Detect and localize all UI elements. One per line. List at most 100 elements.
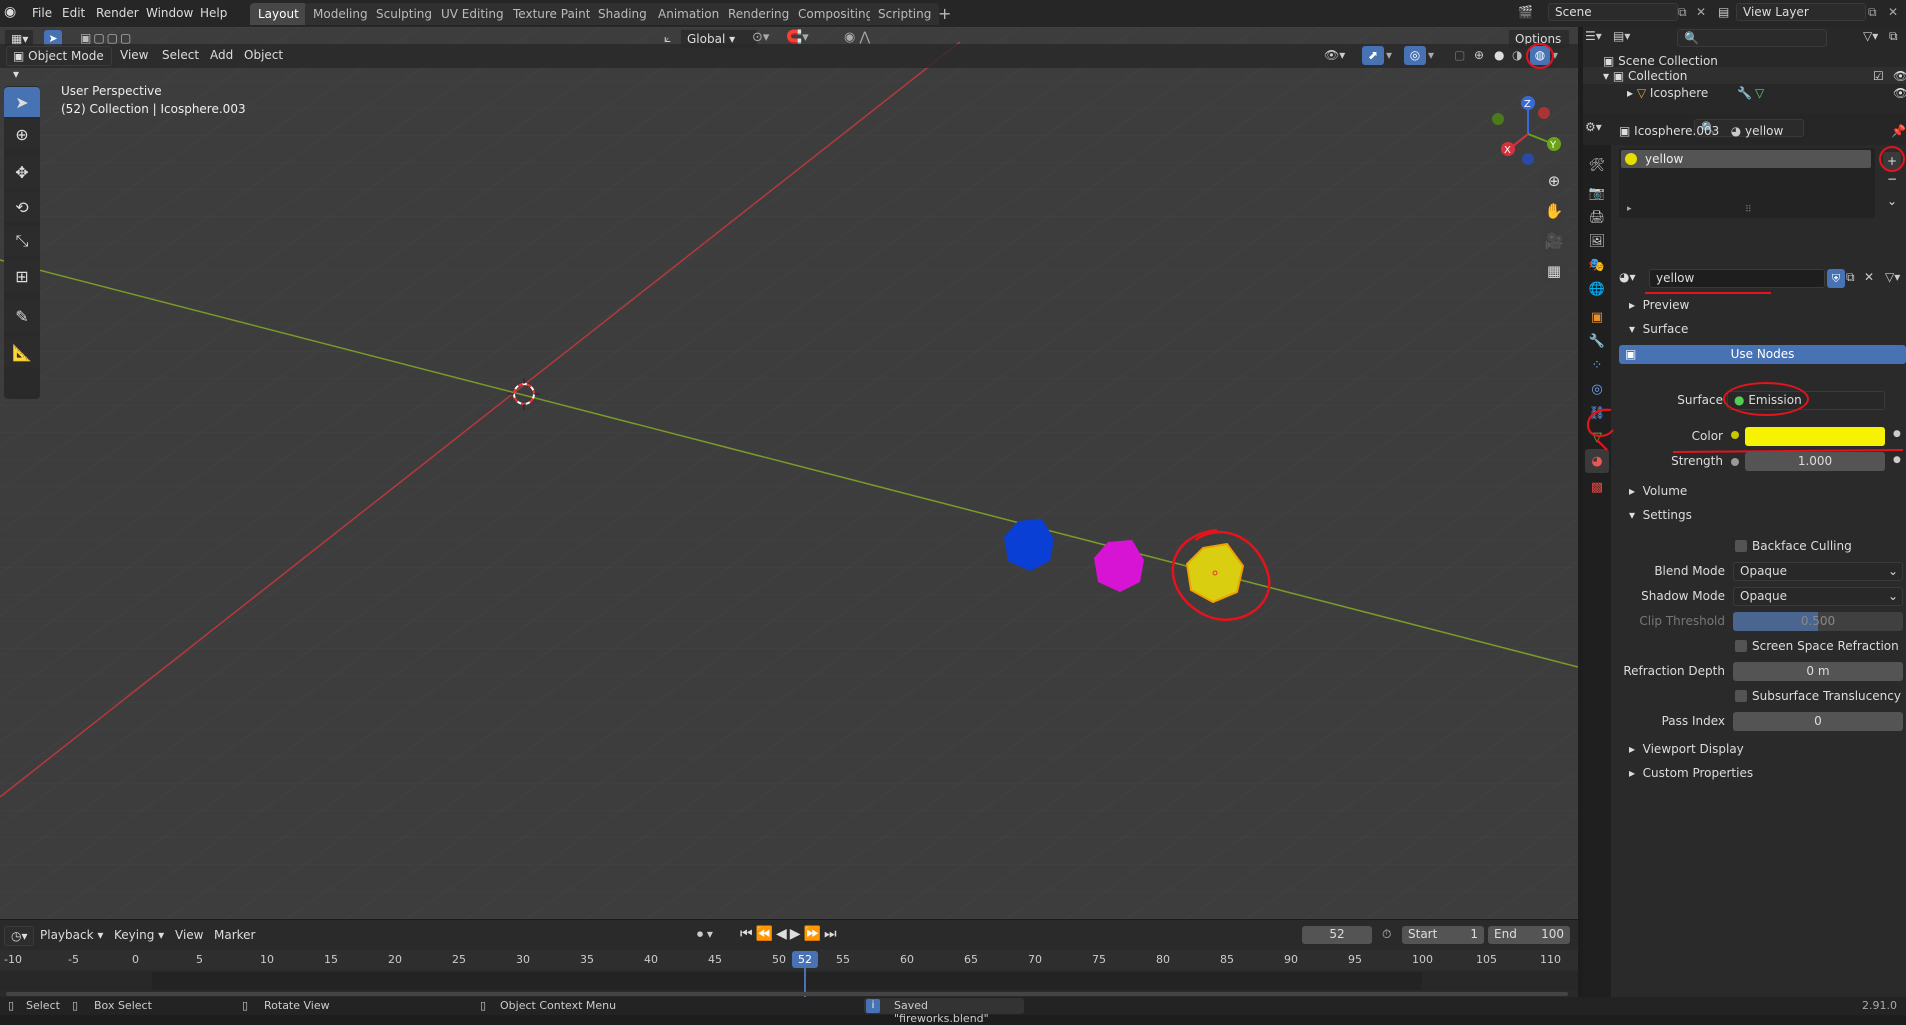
material-slot-row[interactable]: yellow (1621, 150, 1871, 168)
tab-uv-editing[interactable]: UV Editing (433, 3, 512, 25)
gizmo-toggle-icon[interactable]: ⬈ (1362, 46, 1384, 65)
output-tab-icon[interactable]: 🖨 (1585, 205, 1609, 229)
icosphere-visibility-icon[interactable]: 👁 (1893, 86, 1906, 100)
tab-rendering[interactable]: Rendering (720, 3, 798, 25)
menu-file[interactable]: File (26, 3, 58, 23)
object-tab-icon[interactable]: ▣ (1585, 305, 1609, 329)
new-collection-icon[interactable]: ⧉ (1889, 29, 1898, 44)
end-frame-field[interactable]: End 100 (1488, 926, 1570, 944)
custom-properties-section[interactable]: ▸ Custom Properties (1629, 766, 1753, 780)
material-name-field[interactable]: yellow (1649, 269, 1825, 288)
ssr-checkbox[interactable] (1735, 640, 1747, 652)
snap-icon[interactable]: 🧲▾ (786, 30, 809, 45)
outliner-editor-icon[interactable]: ☰▾ (1585, 29, 1602, 43)
menu-window[interactable]: Window (140, 3, 199, 23)
new-view-layer-icon[interactable]: ⧉ (1868, 5, 1877, 20)
pivot-icon[interactable]: ⊙▾ (752, 30, 769, 45)
render-tab-icon[interactable]: 📷 (1585, 181, 1609, 205)
pin-icon[interactable]: 📌 (1891, 124, 1906, 138)
current-frame-field[interactable]: 52 (1302, 926, 1372, 944)
collection-row[interactable]: ▾ ▣ Collection (1603, 69, 1687, 83)
browse-material-icon[interactable]: ◕▾ (1619, 270, 1636, 284)
view-menu[interactable]: View (120, 48, 148, 62)
scale-tool-icon[interactable]: ⤡ (4, 226, 40, 256)
clip-threshold-field[interactable]: 0.500 (1733, 612, 1903, 631)
menu-help[interactable]: Help (194, 3, 233, 23)
navigation-gizmo[interactable]: Z Y X (1488, 89, 1568, 179)
use-nodes-button[interactable]: ▣ Use Nodes (1619, 345, 1906, 364)
new-scene-icon[interactable]: ⧉ (1678, 5, 1687, 20)
tool-tab-icon[interactable]: 🛠 (1585, 153, 1609, 177)
slot-specials-icon[interactable]: ⌄ (1883, 194, 1901, 212)
pass-index-field[interactable]: 0 (1733, 712, 1903, 731)
material-tab-icon[interactable]: ◕ (1585, 449, 1609, 473)
scene-tab-icon[interactable]: 🎭 (1585, 253, 1609, 277)
tab-scripting[interactable]: Scripting (870, 3, 940, 25)
proportional-edit-icon[interactable]: ◉ ⋀ (844, 30, 870, 45)
properties-editor-icon[interactable]: ⚙▾ (1585, 120, 1602, 134)
report-message[interactable]: i Saved "fireworks.blend" (864, 998, 1024, 1025)
tab-layout[interactable]: Layout (250, 3, 307, 25)
volume-section[interactable]: ▸ Volume (1629, 484, 1687, 498)
autokey-icon[interactable]: ⏺ ▾ (697, 927, 713, 942)
fake-user-shield-icon[interactable]: ⛨ (1827, 269, 1845, 288)
tab-modeling[interactable]: Modeling (305, 3, 376, 25)
icosphere-row[interactable]: ▸ ▽ Icosphere (1627, 86, 1708, 100)
transform-tool-icon[interactable]: ⊞ (4, 261, 40, 291)
world-tab-icon[interactable]: 🌐 (1585, 277, 1609, 301)
resize-handle-icon[interactable]: ⠿ (1745, 205, 1752, 215)
physics-tab-icon[interactable]: ◎ (1585, 377, 1609, 401)
unlink-material-icon[interactable]: ✕ (1864, 270, 1874, 284)
gizmo-dropdown-icon[interactable]: ▾ (1386, 48, 1392, 62)
timeline-scrollbar[interactable] (6, 992, 1568, 996)
xray-icon[interactable]: ▢ (1454, 48, 1465, 62)
strength-field[interactable]: 1.000 (1745, 452, 1885, 471)
add-menu[interactable]: Add (210, 48, 233, 62)
playback-dropdown[interactable]: Playback ▾ (40, 928, 103, 942)
particles-tab-icon[interactable]: ⁘ (1585, 353, 1609, 377)
menu-edit[interactable]: Edit (56, 3, 91, 23)
texture-tab-icon[interactable]: ▩ (1585, 475, 1609, 499)
scene-collection-row[interactable]: ▣ Scene Collection (1603, 54, 1718, 68)
timeline-editor-type-button[interactable]: ◷▾ (4, 926, 34, 946)
cursor-tool-icon[interactable]: ⊕ (4, 119, 40, 149)
preview-section[interactable]: ▸ Preview (1629, 298, 1689, 312)
modifier-tab-icon[interactable]: 🔧 (1585, 329, 1609, 353)
color-socket-icon[interactable] (1731, 431, 1739, 439)
filter-icon[interactable]: ▽▾ (1863, 29, 1878, 43)
outliner-search-input[interactable]: 🔍 (1677, 29, 1827, 47)
backface-culling-checkbox[interactable] (1735, 540, 1747, 552)
3d-cursor-icon[interactable] (508, 378, 540, 410)
tab-compositing[interactable]: Compositing (790, 3, 882, 25)
zoom-icon[interactable]: ⊕ (1540, 167, 1568, 195)
material-preview-icon[interactable]: ◑ (1512, 48, 1522, 62)
shadow-mode-dropdown[interactable]: Opaque ⌄ (1733, 587, 1903, 606)
mode-dropdown[interactable]: ▣ Object Mode ▾ (6, 46, 112, 81)
overlay-dropdown-icon[interactable]: ▾ (1428, 48, 1434, 62)
tab-shading[interactable]: Shading (590, 3, 655, 25)
select-menu[interactable]: Select (162, 48, 199, 62)
overlay-toggle-icon[interactable]: ◎ (1404, 46, 1426, 65)
camera-view-icon[interactable]: 🎥 (1540, 227, 1568, 255)
add-workspace-icon[interactable]: + (938, 4, 951, 23)
annotate-tool-icon[interactable]: ✎ (4, 301, 40, 331)
blend-mode-dropdown[interactable]: Opaque ⌄ (1733, 562, 1903, 581)
timeline-view-menu[interactable]: View (175, 928, 203, 942)
duplicate-material-icon[interactable]: ⧉ (1846, 270, 1855, 285)
move-tool-icon[interactable]: ✥ (4, 157, 40, 187)
ortho-grid-icon[interactable]: ▦ (1540, 257, 1568, 285)
filter-material-icon[interactable]: ▽▾ (1885, 270, 1900, 284)
visibility-icon[interactable]: 👁▾ (1324, 48, 1345, 62)
refraction-depth-field[interactable]: 0 m (1733, 662, 1903, 681)
color-keyframe-dot[interactable]: ● (1893, 429, 1901, 439)
remove-slot-button[interactable]: − (1883, 172, 1901, 190)
playhead-frame-label[interactable]: 52 (792, 951, 818, 968)
measure-tool-icon[interactable]: 📐 (4, 337, 40, 367)
rotate-tool-icon[interactable]: ⟲ (4, 192, 40, 222)
blender-logo-icon[interactable]: ◉ (4, 4, 22, 22)
frame-ruler[interactable]: -10 -5 0 5 10 15 20 25 30 35 40 45 50 55 60 65 70 75 80 85 9… (0, 950, 1578, 970)
view-layer-tab-icon[interactable]: 🖼 (1585, 229, 1609, 253)
display-mode-icon[interactable]: ▤▾ (1613, 29, 1630, 43)
collection-checkbox[interactable]: ☑ (1873, 69, 1884, 83)
tab-sculpting[interactable]: Sculpting (368, 3, 441, 25)
